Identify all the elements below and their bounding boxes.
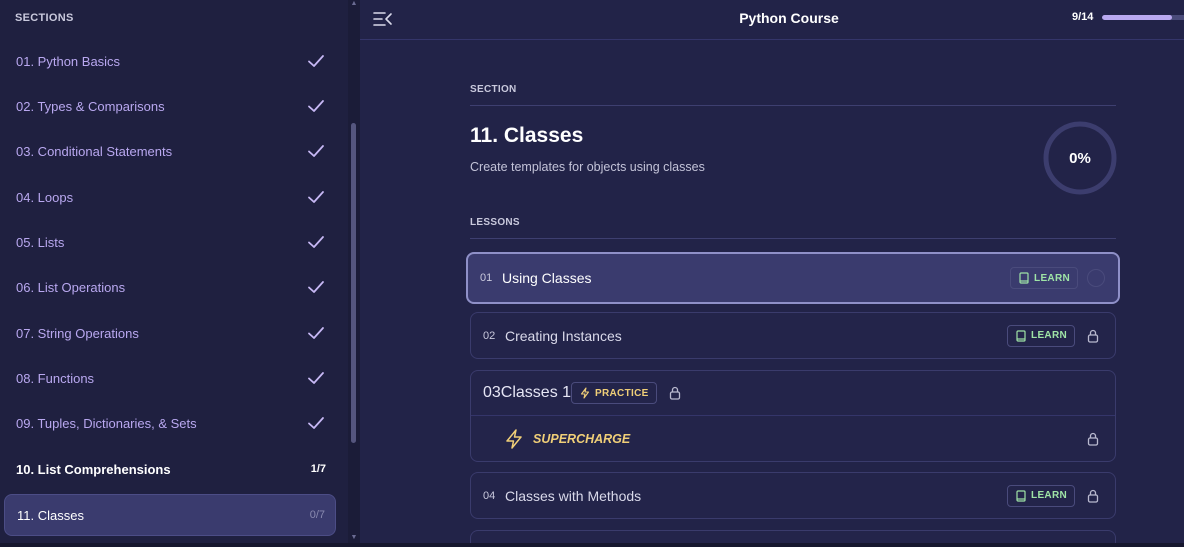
lesson-number: 04 xyxy=(483,489,496,502)
check-icon xyxy=(308,236,324,248)
learn-badge: LEARN xyxy=(1010,267,1078,289)
lesson-name: Creating Instances xyxy=(505,327,622,344)
main-panel: Python Course 9/14 SECTION 11. Classes C… xyxy=(360,0,1184,547)
section-label: SECTION xyxy=(470,84,517,95)
supercharge-row[interactable]: SUPERCHARGE xyxy=(471,416,1115,461)
top-bar: Python Course 9/14 xyxy=(360,0,1184,40)
lesson-count: 0/7 xyxy=(309,509,325,521)
sidebar-item-label: 08. Functions xyxy=(16,370,95,386)
sidebar-item-functions[interactable]: 08. Functions xyxy=(4,357,336,399)
book-icon xyxy=(1016,329,1026,342)
check-icon xyxy=(308,372,324,384)
lesson-name: Classes 1 xyxy=(500,384,572,401)
sidebar-item-python-basics[interactable]: 01. Python Basics xyxy=(4,40,336,82)
section-progress-percent: 0% xyxy=(1069,149,1091,167)
sidebar-item-list-operations[interactable]: 06. List Operations xyxy=(4,266,336,308)
sidebar-item-label: 10. List Comprehensions xyxy=(16,461,171,477)
app-window: SECTIONS 01. Python Basics 02. Types & C… xyxy=(0,0,1184,547)
check-icon xyxy=(308,281,324,293)
sidebar-item-label: 06. List Operations xyxy=(16,279,126,295)
window-bottom-edge xyxy=(0,543,1184,547)
lock-icon xyxy=(1087,432,1099,446)
course-progress-bar xyxy=(1102,15,1184,20)
lightning-icon xyxy=(580,387,590,399)
lesson-row-classes-with-methods[interactable]: 04 Classes with Methods LEARN xyxy=(470,472,1116,519)
sidebar-item-label: 07. String Operations xyxy=(16,325,139,341)
lesson-number: 02 xyxy=(483,329,496,342)
sidebar-item-conditional-statements[interactable]: 03. Conditional Statements xyxy=(4,130,336,172)
lesson-row-creating-instances[interactable]: 02 Creating Instances LEARN xyxy=(470,312,1116,359)
sidebar-item-classes[interactable]: 11. Classes 0/7 xyxy=(4,494,336,536)
lesson-count: 1/7 xyxy=(310,463,326,475)
lesson-status-circle-icon xyxy=(1087,269,1105,287)
lesson-name: Classes with Methods xyxy=(505,487,642,504)
course-title: Python Course xyxy=(739,10,839,26)
lessons-label: LESSONS xyxy=(470,217,520,228)
lock-icon xyxy=(669,386,680,400)
practice-badge: PRACTICE xyxy=(571,382,657,404)
badge-label: LEARN xyxy=(1034,272,1070,284)
lock-icon xyxy=(1087,329,1099,343)
divider xyxy=(470,105,1116,106)
sidebar-item-label: 01. Python Basics xyxy=(16,53,121,69)
sidebar-item-label: 02. Types & Comparisons xyxy=(16,98,165,114)
check-icon xyxy=(308,417,324,429)
sidebar-item-label: 05. Lists xyxy=(16,234,65,250)
learn-badge: LEARN xyxy=(1007,484,1075,507)
sections-sidebar: SECTIONS 01. Python Basics 02. Types & C… xyxy=(0,0,348,543)
scroll-down-arrow-icon[interactable]: ▼ xyxy=(350,534,358,541)
lesson-number: 01 xyxy=(480,272,493,284)
badge-label: PRACTICE xyxy=(595,387,649,399)
check-icon xyxy=(308,191,324,203)
badge-label: LEARN xyxy=(1031,330,1067,341)
sidebar-item-label: 11. Classes xyxy=(17,507,84,523)
sidebar-item-label: 03. Conditional Statements xyxy=(16,143,173,159)
learn-badge: LEARN xyxy=(1007,324,1075,347)
check-icon xyxy=(308,55,324,67)
sidebar-item-loops[interactable]: 04. Loops xyxy=(4,176,336,218)
book-icon xyxy=(1016,489,1026,502)
section-title: 11. Classes xyxy=(470,124,584,147)
check-icon xyxy=(308,145,324,157)
scrollbar-thumb[interactable] xyxy=(351,123,356,443)
sidebar-scrollbar[interactable]: ▲ ▼ xyxy=(348,0,360,543)
lock-icon xyxy=(1087,489,1099,503)
lesson-name: Using Classes xyxy=(502,270,592,286)
scroll-up-arrow-icon[interactable]: ▲ xyxy=(350,0,358,7)
lesson-number: 03 xyxy=(483,384,501,401)
course-progress-text: 9/14 xyxy=(1072,11,1094,23)
badge-label: LEARN xyxy=(1031,490,1067,501)
lesson-group-classes-1: 03 Classes 1 PRACTICE SUPERCHARGE xyxy=(470,370,1116,462)
sidebar-item-label: 09. Tuples, Dictionaries, & Sets xyxy=(16,415,197,431)
sidebar-item-label: 04. Loops xyxy=(16,189,74,205)
sidebar-item-lists[interactable]: 05. Lists xyxy=(4,221,336,263)
divider xyxy=(470,238,1116,239)
lightning-icon xyxy=(506,428,522,449)
book-icon xyxy=(1019,272,1029,284)
section-description: Create templates for objects using class… xyxy=(470,160,705,174)
sidebar-item-list-comprehensions[interactable]: 10. List Comprehensions 1/7 xyxy=(4,448,336,490)
check-icon xyxy=(308,327,324,339)
sidebar-header: SECTIONS xyxy=(15,12,74,24)
supercharge-label: SUPERCHARGE xyxy=(533,431,631,446)
course-progress-fill xyxy=(1102,15,1173,20)
sidebar-item-types-comparisons[interactable]: 02. Types & Comparisons xyxy=(4,85,336,127)
lesson-row-using-classes[interactable]: 01 Using Classes LEARN xyxy=(466,252,1120,304)
sidebar-item-tuples-dictionaries-sets[interactable]: 09. Tuples, Dictionaries, & Sets xyxy=(4,402,336,444)
lesson-row-classes-1[interactable]: 03 Classes 1 PRACTICE xyxy=(471,371,1115,416)
sidebar-item-string-operations[interactable]: 07. String Operations xyxy=(4,312,336,354)
check-icon xyxy=(308,100,324,112)
